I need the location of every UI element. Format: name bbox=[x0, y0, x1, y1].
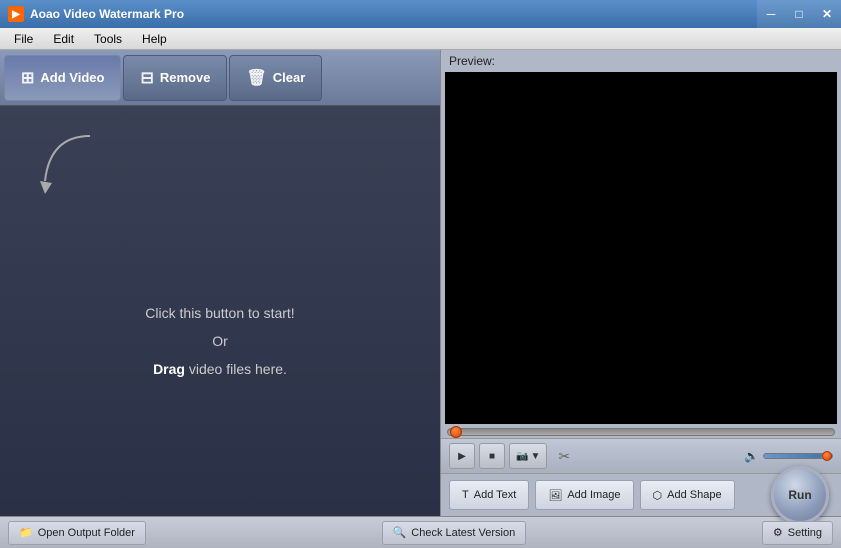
remove-label: Remove bbox=[160, 70, 211, 85]
setting-label: Setting bbox=[788, 527, 822, 539]
add-text-label: Add Text bbox=[474, 489, 517, 501]
open-output-label: Open Output Folder bbox=[38, 527, 135, 539]
add-video-label: Add Video bbox=[40, 70, 104, 85]
play-button[interactable]: ▶ bbox=[449, 443, 475, 469]
arrow-curve-icon bbox=[30, 126, 110, 206]
add-shape-button[interactable]: ⬡ Add Shape bbox=[640, 480, 735, 510]
open-output-button[interactable]: 📁 Open Output Folder bbox=[8, 521, 146, 545]
drop-bold-text: Drag bbox=[153, 361, 185, 377]
add-text-icon: T bbox=[462, 489, 469, 501]
maximize-button[interactable]: □ bbox=[785, 0, 813, 28]
add-shape-icon: ⬡ bbox=[653, 489, 663, 502]
drop-line2: Or bbox=[145, 327, 294, 355]
clear-button[interactable]: 🗑 Clear bbox=[229, 55, 322, 101]
camera-button[interactable]: 📷 ▼ bbox=[509, 443, 547, 469]
folder-icon: 📁 bbox=[19, 526, 33, 539]
preview-label: Preview: bbox=[441, 50, 841, 72]
drop-area[interactable]: Click this button to start! Or Drag vide… bbox=[0, 106, 440, 516]
volume-icon[interactable]: 🔊 bbox=[744, 449, 759, 463]
left-panel: ⊞ Add Video ⊟ Remove 🗑 Clear Click this … bbox=[0, 50, 440, 516]
menu-file[interactable]: File bbox=[4, 30, 43, 48]
check-version-label: Check Latest Version bbox=[411, 527, 515, 539]
main-content: ⊞ Add Video ⊟ Remove 🗑 Clear Click this … bbox=[0, 50, 841, 516]
clear-label: Clear bbox=[273, 70, 306, 85]
drop-line1: Click this button to start! bbox=[145, 299, 294, 327]
add-image-icon: 🖼 bbox=[548, 489, 562, 502]
app-title: Aoao Video Watermark Pro bbox=[30, 7, 184, 21]
volume-slider[interactable] bbox=[763, 453, 833, 459]
volume-thumb[interactable] bbox=[822, 451, 832, 461]
player-controls: ▶ ■ 📷 ▼ ✂ 🔊 bbox=[441, 438, 841, 474]
drop-rest-text: video files here. bbox=[185, 361, 287, 377]
remove-button[interactable]: ⊟ Remove bbox=[123, 55, 227, 101]
add-video-icon: ⊞ bbox=[21, 68, 34, 88]
gear-icon: ⚙ bbox=[773, 526, 783, 539]
stop-button[interactable]: ■ bbox=[479, 443, 505, 469]
add-shape-label: Add Shape bbox=[667, 489, 721, 501]
add-image-label: Add Image bbox=[567, 489, 620, 501]
drop-text: Click this button to start! Or Drag vide… bbox=[145, 299, 294, 383]
window-controls: ─ □ ✕ bbox=[757, 0, 841, 28]
menu-bar: File Edit Tools Help bbox=[0, 28, 841, 50]
search-icon: 🔍 bbox=[393, 526, 407, 539]
add-text-button[interactable]: T Add Text bbox=[449, 480, 529, 510]
clear-icon: 🗑 bbox=[246, 68, 266, 88]
menu-tools[interactable]: Tools bbox=[84, 30, 132, 48]
run-button[interactable]: Run bbox=[771, 466, 829, 524]
seek-thumb[interactable] bbox=[450, 426, 462, 438]
app-icon: ▶ bbox=[8, 6, 24, 22]
camera-icon: 📷 bbox=[516, 451, 528, 462]
add-video-button[interactable]: ⊞ Add Video bbox=[4, 55, 121, 101]
menu-edit[interactable]: Edit bbox=[43, 30, 84, 48]
right-panel: Preview: ▶ ■ 📷 ▼ ✂ 🔊 bbox=[440, 50, 841, 516]
seek-bar[interactable] bbox=[447, 428, 835, 436]
remove-icon: ⊟ bbox=[140, 68, 153, 88]
seek-bar-container bbox=[441, 424, 841, 438]
toolbar: ⊞ Add Video ⊟ Remove 🗑 Clear bbox=[0, 50, 440, 106]
volume-fill bbox=[764, 454, 822, 458]
close-button[interactable]: ✕ bbox=[813, 0, 841, 28]
run-label: Run bbox=[788, 488, 811, 502]
setting-button[interactable]: ⚙ Setting bbox=[762, 521, 833, 545]
drop-line3: Drag video files here. bbox=[145, 355, 294, 383]
volume-area: 🔊 bbox=[744, 449, 833, 463]
minimize-button[interactable]: ─ bbox=[757, 0, 785, 28]
watermark-buttons: T Add Text 🖼 Add Image ⬡ Add Shape Run bbox=[441, 474, 841, 516]
scissors-button[interactable]: ✂ bbox=[551, 443, 577, 469]
add-image-button[interactable]: 🖼 Add Image bbox=[535, 480, 633, 510]
video-preview bbox=[445, 72, 837, 424]
title-bar: ▶ Aoao Video Watermark Pro ─ □ ✕ bbox=[0, 0, 841, 28]
check-version-button[interactable]: 🔍 Check Latest Version bbox=[382, 521, 527, 545]
camera-dropdown-icon: ▼ bbox=[530, 451, 540, 462]
menu-help[interactable]: Help bbox=[132, 30, 177, 48]
status-bar: 📁 Open Output Folder 🔍 Check Latest Vers… bbox=[0, 516, 841, 548]
